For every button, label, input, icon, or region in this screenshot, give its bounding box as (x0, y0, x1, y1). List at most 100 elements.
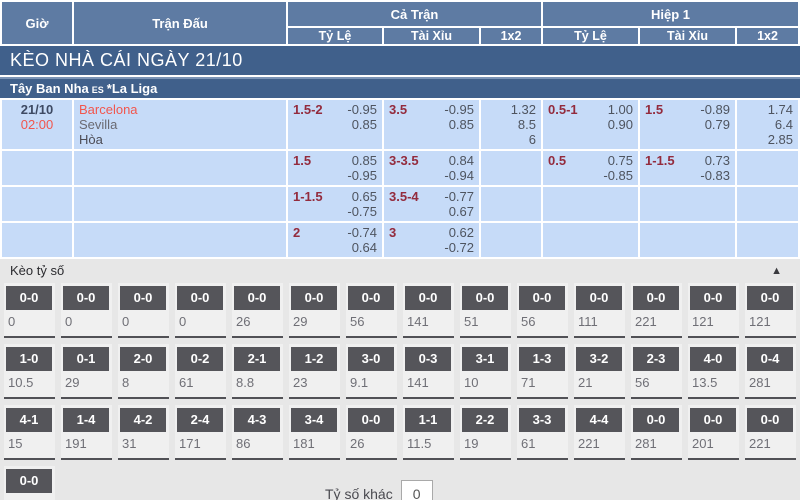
score-label: 0-3 (405, 347, 451, 371)
score-bet-cell[interactable]: 4-231 (118, 405, 169, 460)
score-bet-cell[interactable]: 3-4181 (289, 405, 340, 460)
score-bet-cell[interactable]: 2-356 (631, 344, 682, 399)
odds-value[interactable]: 0.90 (608, 117, 633, 132)
score-bet-cell[interactable]: 0-00 (118, 283, 169, 338)
score-bet-cell[interactable]: 0-3141 (403, 344, 454, 399)
col-header-ft-handicap: Tỷ Lệ (288, 28, 382, 44)
odds-value[interactable]: 0.85 (352, 153, 377, 168)
score-bet-cell[interactable]: 4-4221 (574, 405, 625, 460)
match-time-cell (2, 187, 72, 221)
odds-value[interactable]: -0.75 (347, 204, 377, 219)
score-bet-cell[interactable]: 0-0201 (688, 405, 739, 460)
handicap-line: 1.5-2 (293, 102, 323, 132)
score-odds-value: 0 (118, 310, 169, 329)
other-score-input[interactable] (401, 480, 433, 500)
score-bet-cell[interactable]: 0-051 (460, 283, 511, 338)
score-odds-value: 51 (460, 310, 511, 329)
score-bet-cell[interactable]: 3-110 (460, 344, 511, 399)
score-bet-cell[interactable]: 0-00 (61, 283, 112, 338)
score-bet-cell[interactable]: 3-361 (517, 405, 568, 460)
odds-value[interactable]: 1.74 (768, 102, 793, 117)
score-bet-cell[interactable]: 0-026 (232, 283, 283, 338)
score-odds-value: 221 (745, 432, 796, 451)
match-teams-cell (74, 151, 286, 185)
score-bet-cell[interactable]: 0-261 (175, 344, 226, 399)
score-bet-cell[interactable]: 4-115 (4, 405, 55, 460)
score-bet-cell[interactable]: 0-0121 (745, 283, 796, 338)
draw-label[interactable]: Hòa (79, 132, 281, 147)
score-row: 0-0231 Tỷ số khác (4, 466, 796, 500)
odds-cell-ft-over-under: 30.62-0.72 (384, 223, 479, 257)
score-bet-cell[interactable]: 2-219 (460, 405, 511, 460)
odds-cell-ft-over-under: 3.5-4-0.770.67 (384, 187, 479, 221)
odds-value[interactable]: 6.4 (775, 117, 793, 132)
odds-value[interactable]: 0.65 (352, 189, 377, 204)
odds-value[interactable]: 6 (529, 132, 536, 147)
odds-value[interactable]: -0.95 (347, 102, 377, 117)
away-team[interactable]: Sevilla (79, 117, 281, 132)
score-bet-cell[interactable]: 0-0141 (403, 283, 454, 338)
score-bet-cell[interactable]: 0-056 (346, 283, 397, 338)
odds-value[interactable]: 0.85 (449, 117, 474, 132)
score-bet-cell[interactable]: 2-4171 (175, 405, 226, 460)
score-bet-cell[interactable]: 0-00 (175, 283, 226, 338)
odds-value[interactable]: 1.32 (511, 102, 536, 117)
odds-value[interactable]: -0.74 (347, 225, 377, 240)
score-label: 0-0 (234, 286, 280, 310)
score-label: 2-0 (120, 347, 166, 371)
score-bet-cell[interactable]: 0-00 (4, 283, 55, 338)
odds-value[interactable]: 0.79 (705, 117, 730, 132)
score-bet-cell[interactable]: 1-371 (517, 344, 568, 399)
score-bet-cell[interactable]: 0-056 (517, 283, 568, 338)
odds-value[interactable]: 0.67 (449, 204, 474, 219)
odds-value[interactable]: -0.95 (347, 168, 377, 183)
odds-value[interactable]: 0.84 (449, 153, 474, 168)
score-bet-cell[interactable]: 0-129 (61, 344, 112, 399)
odds-value[interactable]: 1.00 (608, 102, 633, 117)
score-bet-cell[interactable]: 2-18.8 (232, 344, 283, 399)
score-label: 0-0 (747, 408, 793, 432)
odds-value[interactable]: 2.85 (768, 132, 793, 147)
odds-value[interactable]: 0.64 (352, 240, 377, 255)
score-bet-cell[interactable]: 0-0121 (688, 283, 739, 338)
odds-value[interactable]: -0.95 (444, 102, 474, 117)
odds-cell-ft-handicap: 1-1.50.65-0.75 (288, 187, 382, 221)
score-bet-cell[interactable]: 1-111.5 (403, 405, 454, 460)
score-bet-cell[interactable]: 0-0221 (745, 405, 796, 460)
odds-value[interactable]: -0.89 (700, 102, 730, 117)
score-label: 0-2 (177, 347, 223, 371)
score-bet-cell[interactable]: 0-026 (346, 405, 397, 460)
home-team[interactable]: Barcelona (79, 102, 281, 117)
odds-value[interactable]: -0.77 (444, 189, 474, 204)
score-bet-cell[interactable]: 0-4281 (745, 344, 796, 399)
odds-value[interactable]: -0.72 (444, 240, 474, 255)
odds-value[interactable]: 8.5 (518, 117, 536, 132)
score-bet-cell[interactable]: 0-0231 (4, 466, 55, 500)
odds-value[interactable]: -0.83 (700, 168, 730, 183)
score-bet-cell[interactable]: 1-223 (289, 344, 340, 399)
odds-value[interactable]: 0.85 (352, 117, 377, 132)
collapse-arrow-icon[interactable]: ▲ (771, 259, 782, 283)
odds-value[interactable]: 0.73 (705, 153, 730, 168)
league-bar[interactable]: Tây Ban NhaES*La Liga (0, 77, 800, 98)
odds-value[interactable]: -0.85 (603, 168, 633, 183)
score-bet-cell[interactable]: 3-09.1 (346, 344, 397, 399)
score-bet-cell[interactable]: 4-386 (232, 405, 283, 460)
score-label: 0-0 (690, 408, 736, 432)
score-bet-cell[interactable]: 3-221 (574, 344, 625, 399)
score-odds-value: 29 (289, 310, 340, 329)
score-row: 4-1151-41914-2312-41714-3863-41810-0261-… (4, 405, 796, 460)
score-bet-cell[interactable]: 0-0111 (574, 283, 625, 338)
score-bet-cell[interactable]: 2-08 (118, 344, 169, 399)
score-bet-cell[interactable]: 0-029 (289, 283, 340, 338)
score-bet-cell[interactable]: 1-010.5 (4, 344, 55, 399)
match-teams-cell (74, 187, 286, 221)
odds-value[interactable]: 0.62 (449, 225, 474, 240)
score-odds-value: 8 (118, 371, 169, 390)
score-bet-cell[interactable]: 0-0281 (631, 405, 682, 460)
score-bet-cell[interactable]: 0-0221 (631, 283, 682, 338)
score-bet-cell[interactable]: 1-4191 (61, 405, 112, 460)
odds-value[interactable]: -0.94 (444, 168, 474, 183)
odds-value[interactable]: 0.75 (608, 153, 633, 168)
score-bet-cell[interactable]: 4-013.5 (688, 344, 739, 399)
